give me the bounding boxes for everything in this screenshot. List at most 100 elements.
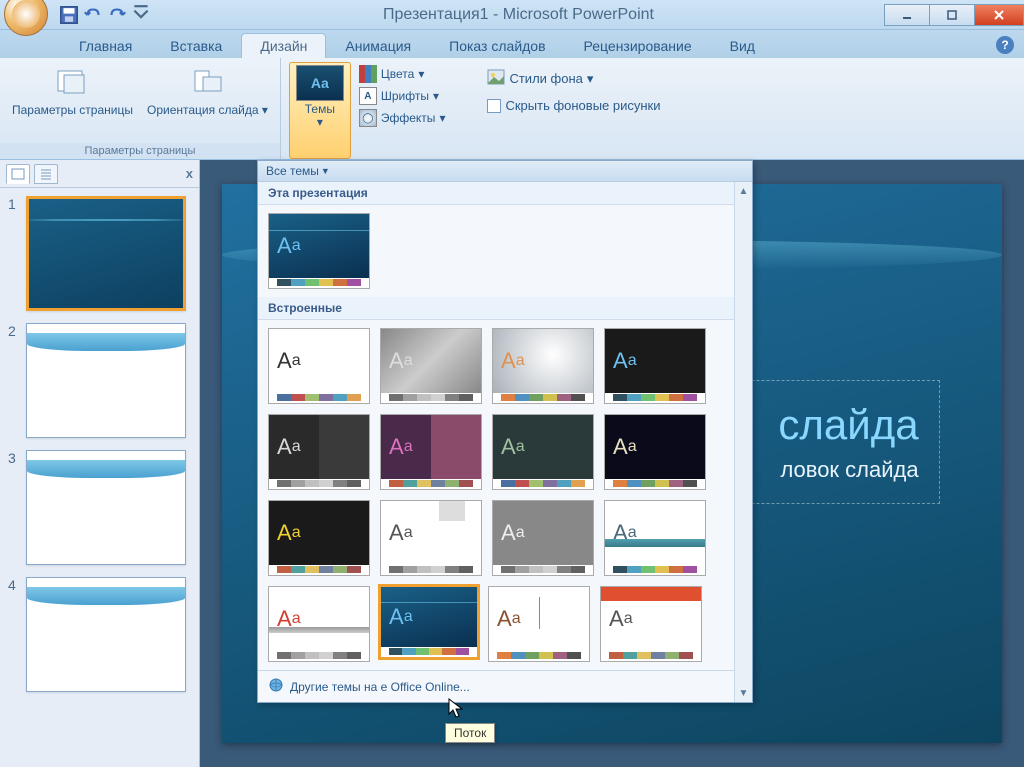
- tab-home[interactable]: Главная: [60, 33, 151, 58]
- effects-label: Эффекты: [381, 111, 436, 125]
- panel-close-icon[interactable]: x: [186, 166, 193, 181]
- slide-thumbnail-1[interactable]: 1: [8, 196, 191, 311]
- gallery-section-builtin: Встроенные: [258, 297, 734, 320]
- thumb-preview: [26, 323, 186, 438]
- theme-option[interactable]: Aa: [380, 500, 482, 576]
- scroll-down-icon[interactable]: ▼: [735, 684, 752, 702]
- redo-icon[interactable]: [106, 4, 128, 26]
- tab-insert[interactable]: Вставка: [151, 33, 241, 58]
- theme-effects-button[interactable]: ◯ Эффекты ▾: [357, 108, 448, 128]
- scroll-up-icon[interactable]: ▲: [735, 182, 752, 200]
- gallery-filter-dropdown[interactable]: Все темы ▼: [258, 161, 752, 182]
- panel-tabs: x: [0, 160, 199, 188]
- themes-gallery-dropdown: Все темы ▼ Эта презентация Aa Встроенные…: [257, 160, 753, 703]
- theme-option[interactable]: Aa: [268, 586, 370, 662]
- mouse-cursor-icon: [448, 698, 466, 720]
- theme-option[interactable]: Aa: [268, 213, 370, 289]
- theme-option[interactable]: Aa: [380, 414, 482, 490]
- hide-background-checkbox[interactable]: Скрыть фоновые рисунки: [485, 97, 662, 114]
- ribbon-group-themes: Aa Темы▾ Цвета ▾ A Шрифты ▾ ◯ Эффекты ▾: [281, 58, 456, 159]
- theme-tooltip: Поток: [445, 723, 495, 743]
- tab-slideshow[interactable]: Показ слайдов: [430, 33, 564, 58]
- maximize-button[interactable]: [929, 4, 975, 26]
- theme-option[interactable]: Aa: [492, 328, 594, 404]
- theme-option[interactable]: Aa: [488, 586, 590, 662]
- theme-option[interactable]: Aa: [268, 328, 370, 404]
- thumb-preview: [26, 577, 186, 692]
- colors-icon: [359, 65, 377, 83]
- help-icon[interactable]: ?: [996, 36, 1014, 54]
- dropdown-arrow-icon: ▾: [439, 111, 445, 125]
- window-controls: [885, 4, 1024, 26]
- ribbon: Параметры страницы Ориентация слайда ▾ П…: [0, 58, 1024, 160]
- bg-styles-label: Стили фона: [509, 71, 582, 86]
- title-bar: Презентация1 - Microsoft PowerPoint: [0, 0, 1024, 30]
- slide-thumbnail-3[interactable]: 3: [8, 450, 191, 565]
- gallery-scrollbar[interactable]: ▲ ▼: [734, 182, 752, 702]
- theme-option-hovered[interactable]: Aa: [378, 584, 480, 660]
- ribbon-group-background: Стили фона ▾ Скрыть фоновые рисунки: [455, 58, 670, 159]
- tab-design[interactable]: Дизайн: [241, 33, 326, 58]
- thumb-number: 2: [8, 323, 20, 339]
- effects-icon: ◯: [359, 109, 377, 127]
- checkbox-icon: [487, 99, 501, 113]
- globe-icon: [268, 677, 284, 696]
- theme-option[interactable]: Aa: [604, 500, 706, 576]
- qat-dropdown-icon[interactable]: [130, 4, 152, 26]
- minimize-button[interactable]: [884, 4, 930, 26]
- dropdown-arrow-icon: ▾: [587, 71, 594, 87]
- theme-option[interactable]: Aa: [604, 414, 706, 490]
- thumb-number: 3: [8, 450, 20, 466]
- dropdown-arrow-icon: ▾: [418, 67, 424, 81]
- theme-option[interactable]: Aa: [492, 500, 594, 576]
- orientation-label: Ориентация слайда: [147, 103, 259, 117]
- thumb-preview: [26, 450, 186, 565]
- undo-icon[interactable]: [82, 4, 104, 26]
- quick-access-toolbar: [58, 4, 152, 26]
- theme-option[interactable]: Aa: [604, 328, 706, 404]
- background-styles-button[interactable]: Стили фона ▾: [485, 68, 662, 89]
- background-styles-icon: [487, 69, 505, 88]
- outline-tab-icon[interactable]: [34, 164, 58, 184]
- more-themes-label: Другие темы на e Office Online...: [290, 680, 470, 694]
- ribbon-group-page-setup: Параметры страницы Ориентация слайда ▾ П…: [0, 58, 281, 159]
- theme-option[interactable]: Aa: [492, 414, 594, 490]
- tab-animation[interactable]: Анимация: [326, 33, 430, 58]
- slide-thumbnail-4[interactable]: 4: [8, 577, 191, 692]
- tab-view[interactable]: Вид: [711, 33, 774, 58]
- fonts-label: Шрифты: [381, 89, 429, 103]
- gallery-section-this-presentation: Эта презентация: [258, 182, 734, 205]
- fonts-icon: A: [359, 87, 377, 105]
- slides-tab-icon[interactable]: [6, 164, 30, 184]
- save-icon[interactable]: [58, 4, 80, 26]
- theme-fonts-button[interactable]: A Шрифты ▾: [357, 86, 448, 106]
- dropdown-arrow-icon: ▾: [317, 115, 323, 129]
- thumb-preview: [26, 196, 186, 311]
- slide-thumbnail-2[interactable]: 2: [8, 323, 191, 438]
- ribbon-tabs: Главная Вставка Дизайн Анимация Показ сл…: [0, 30, 1024, 58]
- themes-label: Темы: [305, 102, 335, 116]
- orientation-icon: [187, 64, 227, 102]
- slide-orientation-button[interactable]: Ориентация слайда ▾: [143, 62, 272, 143]
- theme-option[interactable]: Aa: [268, 414, 370, 490]
- themes-gallery-button[interactable]: Aa Темы▾: [289, 62, 351, 159]
- close-button[interactable]: [974, 4, 1024, 26]
- theme-option[interactable]: Aa: [600, 586, 702, 662]
- theme-option[interactable]: Aa: [380, 328, 482, 404]
- theme-option[interactable]: Aa: [268, 500, 370, 576]
- page-setup-label: Параметры страницы: [12, 104, 133, 117]
- dropdown-arrow-icon: ▾: [262, 103, 268, 117]
- window-title: Презентация1 - Microsoft PowerPoint: [152, 6, 885, 24]
- page-setup-group-label: Параметры страницы: [0, 143, 280, 159]
- thumb-number: 1: [8, 196, 20, 212]
- tab-review[interactable]: Рецензирование: [565, 33, 711, 58]
- theme-colors-button[interactable]: Цвета ▾: [357, 64, 448, 84]
- more-themes-online[interactable]: Другие темы на e Office Online...: [258, 670, 734, 702]
- colors-label: Цвета: [381, 67, 414, 81]
- theme-thumb-icon: Aa: [296, 65, 344, 101]
- dropdown-arrow-icon: ▼: [321, 166, 330, 176]
- dropdown-arrow-icon: ▾: [433, 89, 439, 103]
- gallery-filter-label: Все темы: [266, 164, 319, 178]
- hide-bg-label: Скрыть фоновые рисунки: [505, 98, 660, 113]
- page-setup-button[interactable]: Параметры страницы: [8, 62, 137, 143]
